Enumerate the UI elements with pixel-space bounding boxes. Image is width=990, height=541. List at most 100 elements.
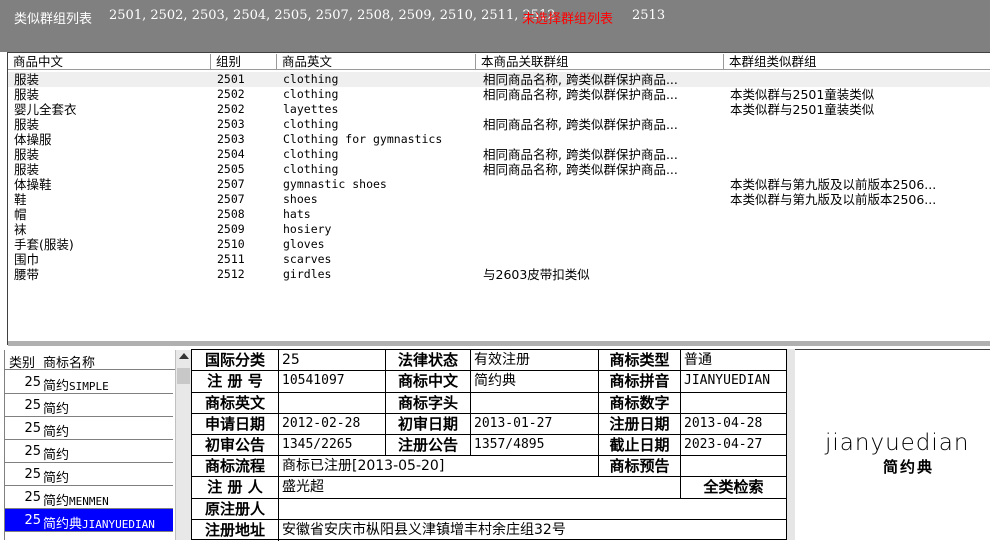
col-mark-name-header[interactable]: 商标名称 [43,352,95,371]
col-similar-groups-header[interactable]: 本群组类似群组 [724,54,990,70]
legal-status-value: 有效注册 [474,352,530,368]
list-item-class: 25 [24,398,41,413]
goods-en-cell: clothing [283,117,339,131]
table-row[interactable]: 婴儿全套衣 2502 layettes 本类似群与2501童装类似 [8,102,990,117]
table-row[interactable]: 体操鞋 2507 gymnastic shoes 本类似群与第九版及以前版本2506.… [8,177,990,192]
trademark-list[interactable]: 类别 商标名称 25 简约SIMPLE 25 简约 25 简约 25 简约 25 简约 25 简约ME… [4,350,191,540]
goods-cn-cell: 服装 [14,147,40,162]
goods-cn-cell: 服装 [14,117,40,132]
table-row[interactable]: 腰带 2512 girdles 与2603皮带扣类似 [8,267,990,282]
similar-groups-cell [730,162,990,177]
similar-groups-cell [730,72,990,87]
similar-groups-cell: 本类似群与第九版及以前版本2506... [730,192,937,207]
top-bar: 类似群组列表 2501, 2502, 2503, 2504, 2505, 250… [0,0,990,52]
group-cell: 2503 [217,132,245,146]
list-item-class: 25 [24,375,41,390]
group-cell: 2502 [217,87,245,101]
scroll-thumb[interactable] [177,368,190,384]
col-goods-en-header[interactable]: 商品英文 [277,54,476,70]
similar-groups-cell [730,252,990,267]
table-row[interactable]: 袜 2509 hosiery [8,222,990,237]
similar-groups-cell: 本类似群与2501童装类似 [730,87,875,102]
mark-type-value: 普通 [684,352,712,368]
table-row[interactable]: 服装 2504 clothing 相同商品名称, 跨类似群保护商品... [8,147,990,162]
reg-date-label: 注册日期 [609,415,670,433]
reg-no-value: 10541097 [282,373,345,388]
group-cell: 2507 [217,192,245,206]
reg-notice-value: 1357/4895 [474,437,545,452]
goods-cn-cell: 服装 [14,162,40,177]
full-search-button[interactable]: 全类检索 [681,477,786,497]
list-item-name-en: JIANYUEDIAN [82,518,155,531]
similar-groups-cell [730,147,990,162]
trademark-image: jianyuedian 简约典 [795,349,990,540]
mark-type-label: 商标类型 [609,351,670,369]
list-item-name-cn: 简约 [43,402,70,417]
panel-splitter[interactable] [8,341,990,346]
table-row[interactable]: 服装 2502 clothing 相同商品名称, 跨类似群保护商品... 本类似群与25… [8,87,990,102]
list-item-name-cn: 简约典 [43,517,83,532]
mark-en-label: 商标英文 [204,394,265,412]
flow-value: 商标已注册[2013-05-20] [282,458,445,474]
col-group-header[interactable]: 组别 [211,54,277,70]
related-groups-cell: 相同商品名称, 跨类似群保护商品... [483,72,678,87]
group-cell: 2511 [217,252,245,266]
group-cell: 2502 [217,102,245,116]
related-groups-cell [483,192,724,207]
prelim-date-label: 初审日期 [397,415,458,433]
list-item-name-cn: 简约 [43,379,70,394]
goods-cn-cell: 体操鞋 [14,177,52,192]
address-label: 注册地址 [204,521,265,539]
mark-cn-label: 商标中文 [397,372,458,390]
trademark-list-scrollbar[interactable] [175,350,191,540]
goods-en-cell: clothing [283,87,339,101]
goods-cn-cell: 腰带 [14,267,40,282]
apply-date-value: 2012-02-28 [282,416,361,431]
table-row[interactable]: 帽 2508 hats [8,207,990,222]
goods-table[interactable]: 商品中文 组别 商品英文 本商品关联群组 本群组类似群组 服装 2501 cloth… [7,52,990,346]
table-row[interactable]: 服装 2501 clothing 相同商品名称, 跨类似群保护商品... [8,72,990,87]
list-item[interactable]: 25 简约SIMPLE [5,371,173,394]
list-item-class: 25 [24,490,41,505]
list-item[interactable]: 25 简约 [5,463,173,486]
address-value: 安徽省安庆市枞阳县义津镇增丰村余庄组32号 [282,522,566,538]
related-groups-cell: 相同商品名称, 跨类似群保护商品... [483,162,678,177]
trademark-detail-table: 国际分类 25 法律状态 有效注册 商标类型 普通 注 册 号 10541097… [191,349,787,541]
list-item-name: 简约MENMEN [43,490,109,509]
goods-cn-cell: 手套(服装) [14,237,74,252]
col-related-groups-header[interactable]: 本商品关联群组 [476,54,724,70]
apply-date-label: 申请日期 [204,415,265,433]
table-row[interactable]: 服装 2505 clothing 相同商品名称, 跨类似群保护商品... [8,162,990,177]
related-groups-cell [483,102,724,117]
scroll-up-icon[interactable] [179,353,189,359]
col-class-header[interactable]: 类别 [9,352,35,371]
list-item-name: 简约 [43,444,69,463]
table-row[interactable]: 体操服 2503 Clothing for gymnastics [8,132,990,147]
similar-groups-cell [730,267,990,282]
related-groups-cell [483,252,724,267]
table-row[interactable]: 服装 2503 clothing 相同商品名称, 跨类似群保护商品... [8,117,990,132]
list-item-name-cn: 简约 [43,425,70,440]
list-item[interactable]: 25 简约 [5,394,173,417]
group-cell: 2501 [217,72,245,86]
mark-initial-label: 商标字头 [397,394,458,412]
col-goods-cn-header[interactable]: 商品中文 [8,54,211,70]
list-item[interactable]: 25 简约 [5,417,173,440]
list-item[interactable]: 25 简约 [5,440,173,463]
list-item-name: 简约SIMPLE [43,375,109,394]
related-groups-cell [483,132,724,147]
flow-label: 商标流程 [204,457,265,475]
list-item[interactable]: 25 简约MENMEN [5,486,173,509]
legal-status-label: 法律状态 [397,351,458,369]
table-row[interactable]: 鞋 2507 shoes 本类似群与第九版及以前版本2506... [8,192,990,207]
table-row[interactable]: 手套(服装) 2510 gloves [8,237,990,252]
expire-date-label: 截止日期 [609,436,670,454]
list-item[interactable]: 25 简约典JIANYUEDIAN [5,509,173,532]
trademark-list-header: 类别 商标名称 [5,350,175,371]
goods-en-cell: clothing [283,162,339,176]
prelim-date-value: 2013-01-27 [474,416,553,431]
table-row[interactable]: 围巾 2511 scarves [8,252,990,267]
group-cell: 2509 [217,222,245,236]
unselected-groups-codes: 2513 [632,8,666,23]
similar-groups-cell [730,132,990,147]
